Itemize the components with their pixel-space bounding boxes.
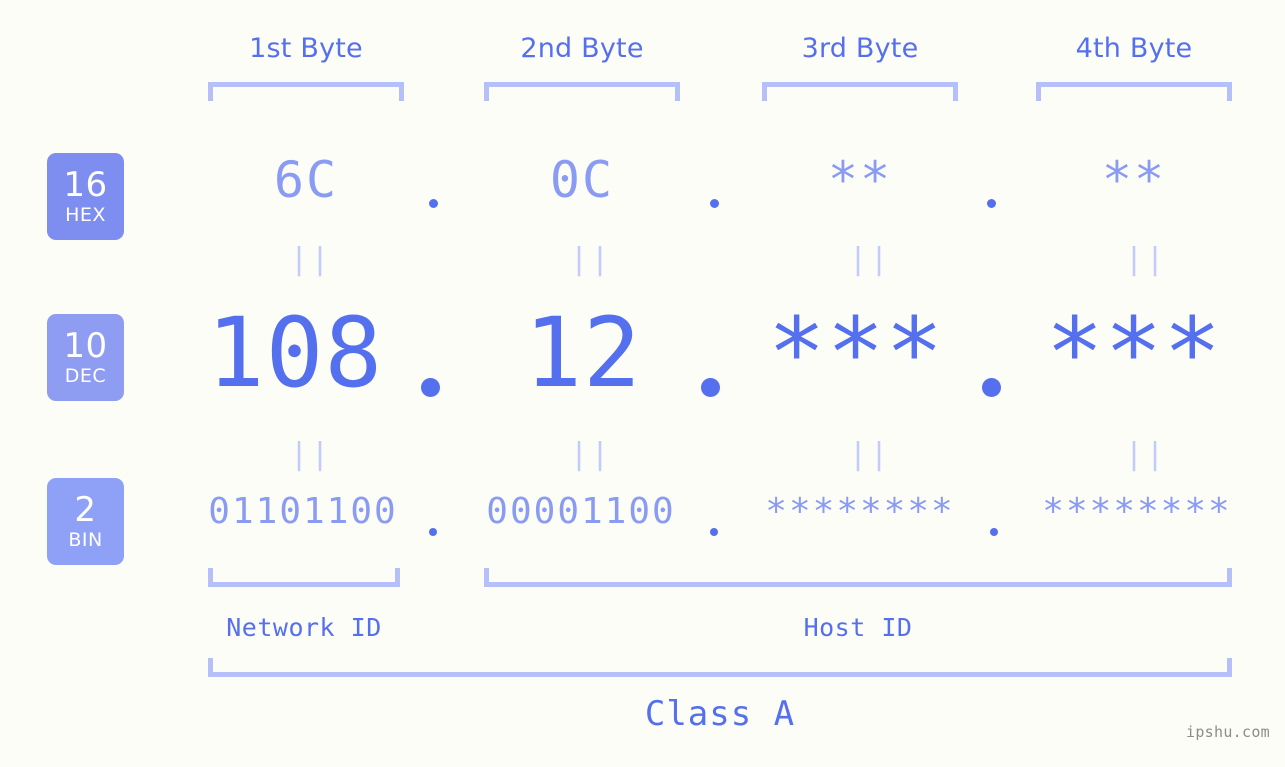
host-id-label: Host ID	[803, 613, 913, 642]
radix-badge-hex-number: 16	[63, 165, 108, 205]
radix-badge-dec-number: 10	[63, 326, 108, 366]
class-label: Class A	[644, 694, 796, 734]
radix-badge-hex: 16 HEX	[47, 153, 124, 240]
equality-mark-decbin-1: ||	[290, 437, 333, 472]
dec-value-byte-4: ***	[1045, 297, 1223, 409]
equality-mark-hexdec-2: ||	[570, 242, 613, 277]
byte-bracket-2	[484, 82, 680, 101]
bin-value-byte-2: 00001100	[486, 491, 676, 532]
ip-address-breakdown-diagram: 1st Byte 2nd Byte 3rd Byte 4th Byte 16 H…	[0, 0, 1285, 767]
equality-mark-hexdec-1: ||	[290, 242, 333, 277]
byte-header-3: 3rd Byte	[801, 33, 919, 64]
host-id-bracket	[484, 568, 1232, 587]
bin-value-byte-4: ********	[1042, 491, 1232, 532]
radix-badge-dec-name: DEC	[64, 365, 107, 387]
equality-mark-decbin-4: ||	[1125, 437, 1168, 472]
equality-mark-hexdec-4: ||	[1125, 242, 1168, 277]
bin-separator-dot-1	[429, 528, 437, 536]
equality-mark-decbin-2: ||	[570, 437, 613, 472]
radix-badge-bin-number: 2	[74, 490, 97, 530]
byte-bracket-3	[762, 82, 958, 101]
equality-mark-decbin-3: ||	[849, 437, 892, 472]
dec-separator-dot-3	[982, 378, 1001, 397]
hex-separator-dot-3	[987, 199, 996, 208]
byte-header-1: 1st Byte	[249, 33, 363, 64]
bin-value-byte-3: ********	[765, 491, 955, 532]
hex-separator-dot-1	[429, 199, 438, 208]
hex-value-byte-3: **	[827, 151, 893, 209]
bin-separator-dot-2	[710, 528, 718, 536]
bin-separator-dot-3	[990, 528, 998, 536]
dec-value-byte-3: ***	[767, 297, 945, 409]
network-id-label: Network ID	[226, 613, 382, 642]
byte-bracket-1	[208, 82, 404, 101]
hex-value-byte-1: 6C	[273, 151, 339, 209]
radix-badge-bin: 2 BIN	[47, 478, 124, 565]
byte-header-4: 4th Byte	[1075, 33, 1193, 64]
class-bracket	[208, 658, 1232, 677]
byte-header-2: 2nd Byte	[520, 33, 644, 64]
dec-separator-dot-1	[421, 378, 440, 397]
byte-bracket-4	[1036, 82, 1232, 101]
radix-badge-hex-name: HEX	[65, 204, 106, 226]
equality-mark-hexdec-3: ||	[849, 242, 892, 277]
watermark: ipshu.com	[1186, 723, 1270, 741]
dec-value-byte-1: 108	[206, 297, 384, 409]
dec-value-byte-2: 12	[524, 297, 642, 409]
hex-separator-dot-2	[710, 199, 719, 208]
bin-value-byte-1: 01101100	[208, 491, 398, 532]
hex-value-byte-2: 0C	[549, 151, 615, 209]
radix-badge-dec: 10 DEC	[47, 314, 124, 401]
network-id-bracket	[208, 568, 400, 587]
hex-value-byte-4: **	[1101, 151, 1167, 209]
radix-badge-bin-name: BIN	[68, 529, 103, 551]
dec-separator-dot-2	[701, 378, 720, 397]
